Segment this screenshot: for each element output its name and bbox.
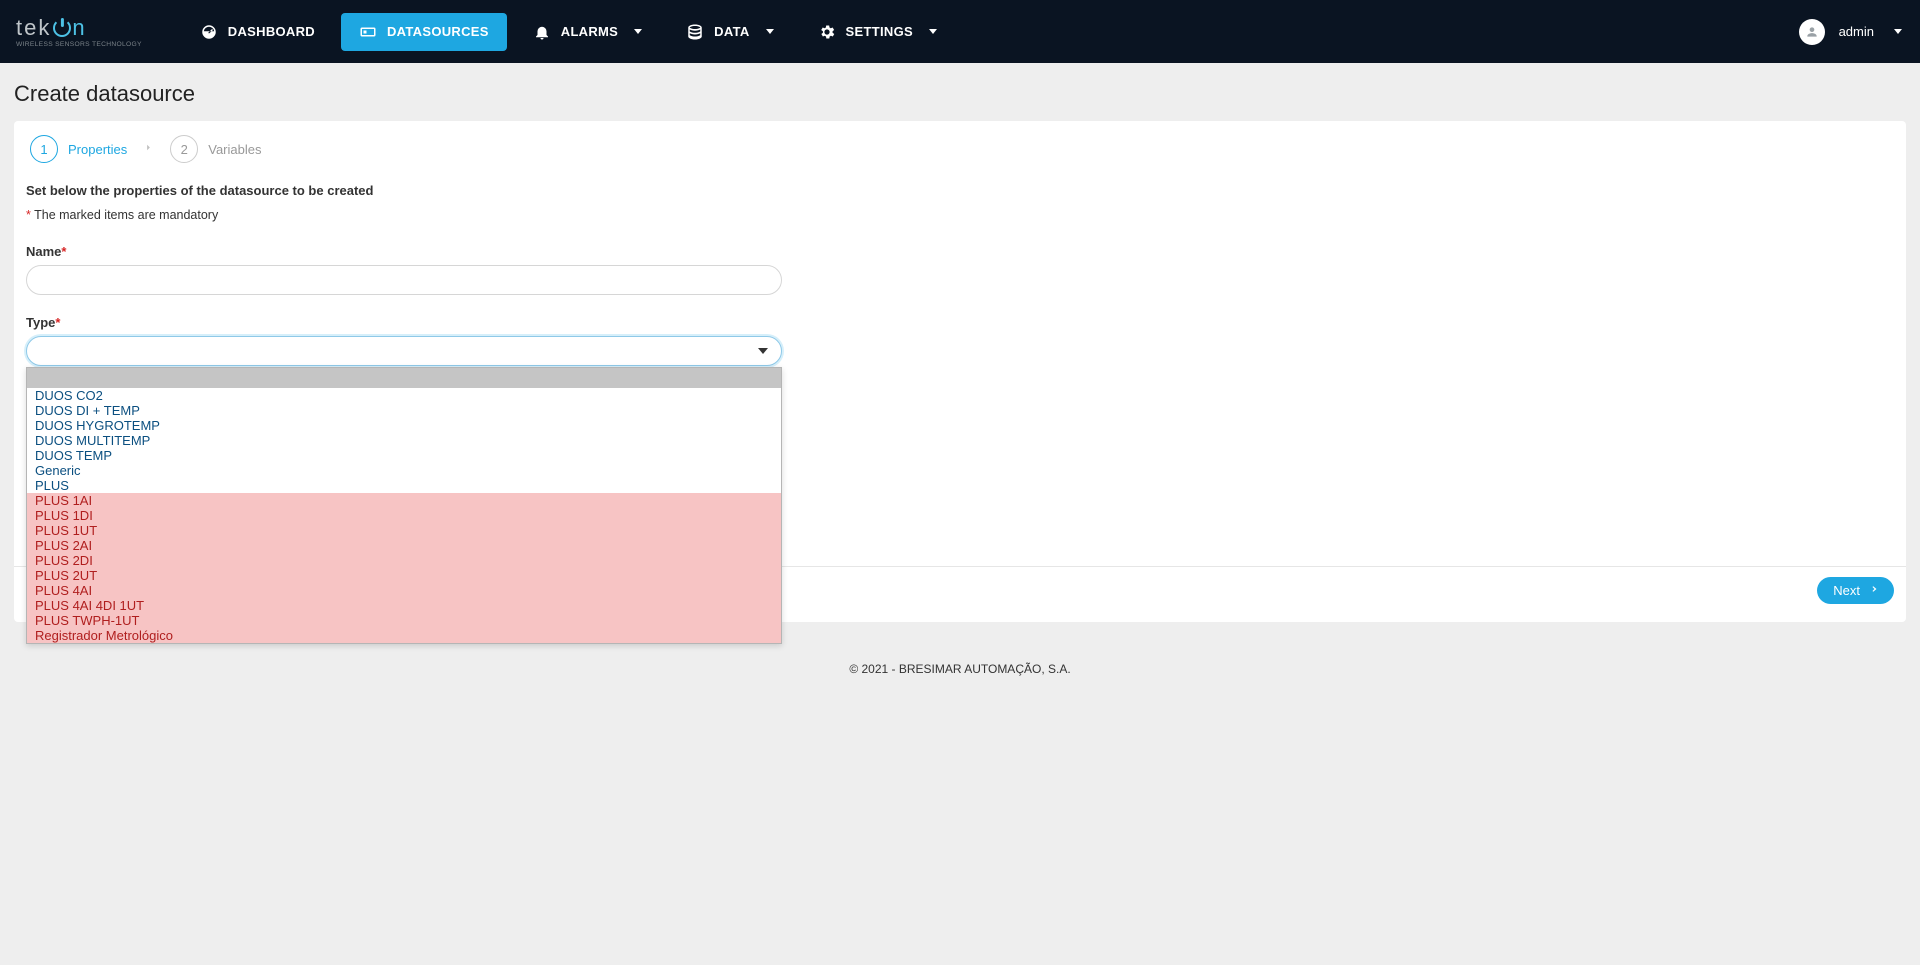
step-1-number: 1 <box>30 135 58 163</box>
nav-settings-label: SETTINGS <box>846 24 913 39</box>
nav-data-label: DATA <box>714 24 749 39</box>
chevron-down-icon <box>929 29 937 34</box>
name-input[interactable] <box>26 265 782 295</box>
type-dropdown: DUOS CO2DUOS DI + TEMPDUOS HYGROTEMPDUOS… <box>26 367 782 644</box>
chevron-down-icon <box>766 29 774 34</box>
name-label: Name* <box>26 244 806 259</box>
type-option: PLUS 4AI 4DI 1UT <box>27 598 781 613</box>
next-button-label: Next <box>1833 583 1860 598</box>
nav-datasources[interactable]: DATASOURCES <box>341 13 507 51</box>
type-option: PLUS 1DI <box>27 508 781 523</box>
type-option[interactable]: Generic <box>27 463 781 478</box>
type-option: PLUS TWPH-1UT <box>27 613 781 628</box>
step-1-label: Properties <box>68 142 127 157</box>
datasources-icon <box>359 23 377 41</box>
page-title: Create datasource <box>14 81 1906 107</box>
step-2-label: Variables <box>208 142 261 157</box>
type-option: PLUS 1UT <box>27 523 781 538</box>
bell-icon <box>533 23 551 41</box>
user-name: admin <box>1839 24 1874 39</box>
chevron-down-icon <box>758 348 768 354</box>
nav-settings[interactable]: SETTINGS <box>800 13 955 51</box>
brand-logo[interactable]: tek n WIRELESS SENSORS TECHNOLOGY <box>16 15 142 48</box>
type-option[interactable]: DUOS HYGROTEMP <box>27 418 781 433</box>
avatar <box>1799 19 1825 45</box>
type-label: Type* <box>26 315 806 330</box>
dropdown-blank-option[interactable] <box>27 368 781 388</box>
nav-dashboard-label: DASHBOARD <box>228 24 315 39</box>
nav-datasources-label: DATASOURCES <box>387 24 489 39</box>
form-card: 1 Properties 2 Variables Set below the p… <box>14 121 1906 622</box>
type-option: PLUS 2AI <box>27 538 781 553</box>
type-option: PLUS 2UT <box>27 568 781 583</box>
user-menu[interactable]: admin <box>1799 19 1902 45</box>
type-option: PLUS 4AI <box>27 583 781 598</box>
nav-items: DASHBOARD DATASOURCES ALARMS DATA <box>182 13 955 51</box>
type-option[interactable]: PLUS <box>27 478 781 493</box>
type-option[interactable]: DUOS DI + TEMP <box>27 403 781 418</box>
next-button[interactable]: Next <box>1817 577 1894 604</box>
stepper: 1 Properties 2 Variables <box>30 135 1894 163</box>
logo-subtext: WIRELESS SENSORS TECHNOLOGY <box>16 41 142 48</box>
nav-alarms[interactable]: ALARMS <box>515 13 660 51</box>
form-intro: Set below the properties of the datasour… <box>26 183 806 198</box>
step-properties[interactable]: 1 Properties <box>30 135 127 163</box>
type-option[interactable]: DUOS MULTITEMP <box>27 433 781 448</box>
chevron-down-icon <box>1894 29 1902 34</box>
nav-alarms-label: ALARMS <box>561 24 618 39</box>
nav-dashboard[interactable]: DASHBOARD <box>182 13 333 51</box>
power-icon <box>53 19 71 37</box>
logo-text-gray: tek <box>16 15 51 41</box>
chevron-down-icon <box>634 29 642 34</box>
mandatory-note: * The marked items are mandatory <box>26 208 806 222</box>
type-option: PLUS 2DI <box>27 553 781 568</box>
gear-icon <box>818 23 836 41</box>
type-option: PLUS 1AI <box>27 493 781 508</box>
type-option: Registrador Metrológico <box>27 628 781 643</box>
type-select[interactable] <box>26 336 782 366</box>
nav-data[interactable]: DATA <box>668 13 791 51</box>
database-icon <box>686 23 704 41</box>
step-variables[interactable]: 2 Variables <box>170 135 261 163</box>
type-option[interactable]: DUOS TEMP <box>27 448 781 463</box>
type-option[interactable]: DUOS CO2 <box>27 388 781 403</box>
logo-text-accent: n <box>72 15 85 41</box>
step-2-number: 2 <box>170 135 198 163</box>
arrow-right-icon <box>1866 583 1878 598</box>
step-sep-icon <box>141 140 156 158</box>
dashboard-icon <box>200 23 218 41</box>
top-navbar: tek n WIRELESS SENSORS TECHNOLOGY DASHBO… <box>0 0 1920 63</box>
mandatory-text: The marked items are mandatory <box>31 208 218 222</box>
